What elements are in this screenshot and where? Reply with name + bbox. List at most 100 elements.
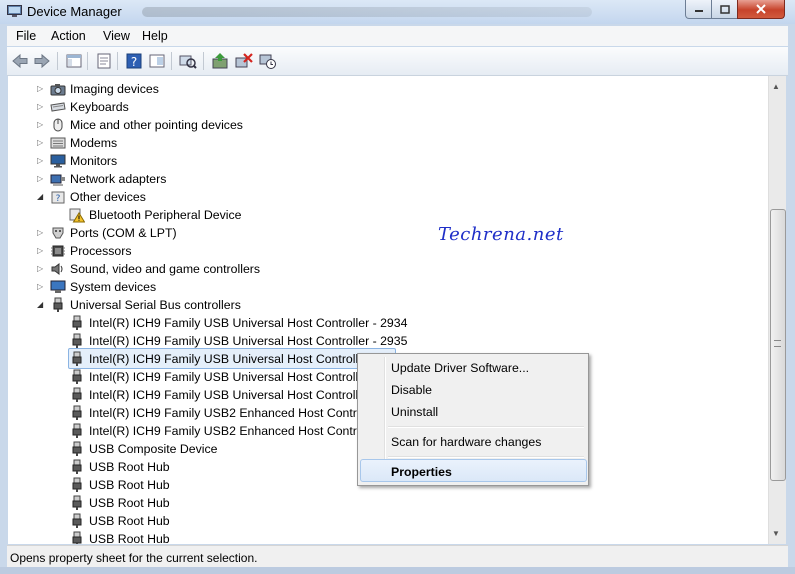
tree-item-system-devices[interactable]: System devices [50,278,156,296]
expand-arrow-icon[interactable]: ▷ [37,228,43,237]
console-tree-icon[interactable] [65,52,83,70]
update-driver-icon[interactable] [211,52,229,70]
warning-device-icon [69,208,85,223]
menu-help[interactable]: Help [142,29,168,43]
menu-file[interactable]: File [16,29,36,43]
minimize-icon [695,10,703,12]
svg-text:?: ? [56,194,61,204]
tree-item-label: Monitors [70,154,118,168]
uninstall-icon[interactable] [235,52,253,70]
tree-item-label: USB Root Hub [89,514,170,528]
tree-item-label: Imaging devices [70,82,159,96]
menu-item-disable[interactable]: Disable [391,383,432,397]
usb-icon [72,333,82,348]
tree-item-modems[interactable]: Modems [50,134,117,152]
properties-sheet-icon[interactable] [95,52,113,70]
collapse-arrow-icon[interactable]: ◢ [37,300,43,309]
menu-separator [388,456,584,458]
toolbar-separator [171,52,172,70]
usb-device-item[interactable]: Intel(R) ICH9 Family USB Universal Host … [69,314,407,332]
tree-item-label: USB Root Hub [89,478,170,492]
tree-item-label: Sound, video and game controllers [70,262,261,276]
usb-device-item[interactable]: Intel(R) ICH9 Family USB Universal Host … [69,386,369,404]
usb-device-item[interactable]: Intel(R) ICH9 Family USB2 Enhanced Host … [69,404,380,422]
tree-item-mice[interactable]: Mice and other pointing devices [50,116,243,134]
toolbar-separator [203,52,204,70]
toolbar-separator [117,52,118,70]
expand-arrow-icon[interactable]: ▷ [37,264,43,273]
tree-item-processors[interactable]: Processors [50,242,132,260]
expand-arrow-icon[interactable]: ▷ [37,246,43,255]
network-adapter-icon [50,174,65,186]
system-device-icon [50,280,66,293]
menu-view[interactable]: View [103,29,130,43]
usb-device-item[interactable]: USB Root Hub [69,494,170,512]
expand-arrow-icon[interactable]: ▷ [37,156,43,165]
disable-icon[interactable] [259,52,277,70]
usb-device-item[interactable]: USB Root Hub [69,530,170,544]
usb-device-item[interactable]: USB Root Hub [69,476,170,494]
title-bar: Device Manager [0,0,795,24]
menu-bar: File Action View Help [7,26,788,46]
usb-device-item[interactable]: USB Composite Device [69,440,217,458]
usb-device-item[interactable]: USB Root Hub [69,512,170,530]
usb-device-item-selected[interactable]: Intel(R) ICH9 Family USB Universal Host … [69,350,369,368]
minimize-button[interactable] [685,0,713,19]
usb-icon [72,441,82,456]
close-button[interactable] [737,0,785,19]
usb-icon [72,405,82,420]
menu-action[interactable]: Action [51,29,86,43]
processor-icon [51,245,65,257]
usb-icon [72,459,82,474]
svg-text:?: ? [131,55,137,69]
collapse-arrow-icon[interactable]: ◢ [37,192,43,201]
usb-device-item[interactable]: Intel(R) ICH9 Family USB Universal Host … [69,368,369,386]
status-text: Opens property sheet for the current sel… [10,551,258,565]
usb-device-item[interactable]: Intel(R) ICH9 Family USB Universal Host … [69,332,407,350]
tree-item-other-devices[interactable]: ? Other devices [50,188,146,206]
tree-item-keyboards[interactable]: Keyboards [50,98,129,116]
menu-item-uninstall[interactable]: Uninstall [391,405,438,419]
vertical-scrollbar[interactable]: ▲ ▼ [768,76,786,544]
device-manager-icon [7,5,22,17]
usb-icon [72,351,82,366]
back-icon[interactable] [11,52,29,70]
tree-item-label: Modems [70,136,118,150]
help-icon[interactable]: ? [125,52,143,70]
tree-item-label: Intel(R) ICH9 Family USB Universal Host … [89,334,408,348]
expand-arrow-icon[interactable]: ▷ [37,282,43,291]
usb-device-item[interactable]: USB Root Hub [69,458,170,476]
tree-item-label: Bluetooth Peripheral Device [89,208,242,222]
speaker-icon [51,263,63,275]
scrollbar-thumb[interactable] [770,209,786,481]
menu-item-update-driver[interactable]: Update Driver Software... [391,361,529,375]
toolbar-separator [87,52,88,70]
tree-item-label: Intel(R) ICH9 Family USB2 Enhanced Host … [89,406,381,420]
tree-item-bluetooth-peripheral[interactable]: Bluetooth Peripheral Device [69,206,241,224]
forward-icon[interactable] [33,52,51,70]
usb-device-item[interactable]: Intel(R) ICH9 Family USB2 Enhanced Host … [69,422,380,440]
menu-item-scan-hardware[interactable]: Scan for hardware changes [391,435,541,449]
window-title: Device Manager [27,4,122,19]
tree-item-sound-video[interactable]: Sound, video and game controllers [50,260,260,278]
unknown-device-icon: ? [51,191,65,204]
maximize-button[interactable] [711,0,739,19]
tree-item-ports[interactable]: Ports (COM & LPT) [50,224,177,242]
show-hide-icon[interactable] [148,52,166,70]
expand-arrow-icon[interactable]: ▷ [37,138,43,147]
tree-item-network-adapters[interactable]: Network adapters [50,170,166,188]
tree-item-monitors[interactable]: Monitors [50,152,117,170]
expand-arrow-icon[interactable]: ▷ [37,102,43,111]
tree-item-label: Intel(R) ICH9 Family USB Universal Host … [89,316,408,330]
scroll-up-icon[interactable]: ▲ [772,82,780,91]
keyboard-icon [50,102,66,112]
scan-hardware-icon[interactable] [179,52,197,70]
tree-item-usb-controllers[interactable]: Universal Serial Bus controllers [50,296,241,314]
scroll-down-icon[interactable]: ▼ [772,529,780,538]
expand-arrow-icon[interactable]: ▷ [37,84,43,93]
tree-item-label: Keyboards [70,100,129,114]
expand-arrow-icon[interactable]: ▷ [37,174,43,183]
menu-item-properties[interactable]: Properties [391,465,452,479]
expand-arrow-icon[interactable]: ▷ [37,120,43,129]
tree-item-imaging-devices[interactable]: Imaging devices [50,80,159,98]
